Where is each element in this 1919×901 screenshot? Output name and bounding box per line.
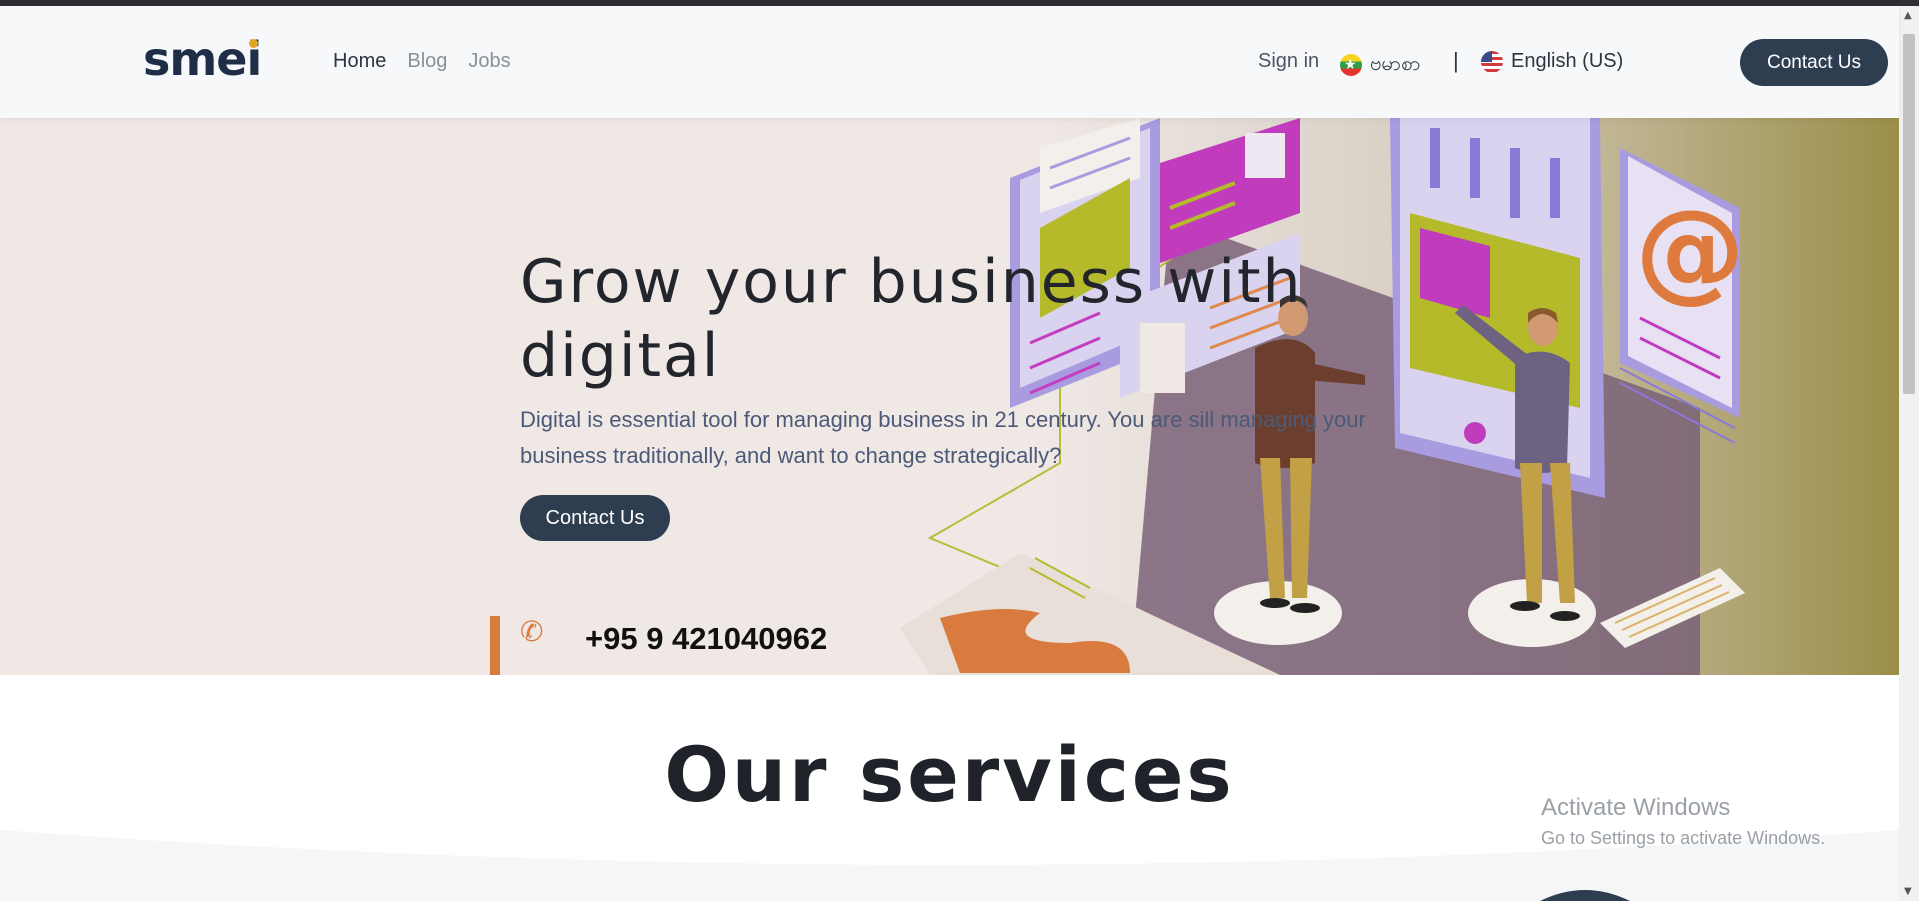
scroll-down-arrow-icon[interactable]: ▼ [1904, 886, 1912, 897]
site-header: smei Home Blog Jobs Sign in ဗမာစာ | Engl… [0, 6, 1899, 118]
header-actions: Sign in ဗမာစာ | English (US) Contact Us [1199, 38, 1899, 86]
language-english[interactable]: English (US) [1481, 50, 1623, 73]
header-contact-button[interactable]: Contact Us [1740, 39, 1888, 86]
windows-activation-watermark: Activate Windows Go to Settings to activ… [1541, 794, 1825, 849]
at-symbol-icon: @ [1635, 186, 1745, 314]
us-flag-icon [1481, 50, 1503, 73]
smei-logo[interactable]: smei [143, 32, 262, 86]
activate-title: Activate Windows [1541, 794, 1731, 821]
hero-contact-button[interactable]: Contact Us [520, 495, 670, 541]
myanmar-flag-icon [1340, 54, 1362, 76]
main-nav: Home Blog Jobs [333, 50, 511, 73]
language-english-label: English (US) [1511, 50, 1624, 72]
nav-home[interactable]: Home [333, 50, 386, 73]
hero-description: Digital is essential tool for managing b… [520, 407, 1366, 468]
language-myanmar[interactable]: ဗမာစာ [1340, 50, 1421, 80]
phone-icon: ✆ [520, 615, 544, 648]
page-scrollbar[interactable]: ▲ ▼ [1899, 6, 1919, 901]
phone-accent-bar [490, 616, 500, 675]
logo-text: smei [143, 32, 262, 86]
hero-section: @ Grow your business with digital Digita… [0, 118, 1899, 675]
phone-number[interactable]: +95 9 421040962 [585, 621, 827, 657]
nav-jobs[interactable]: Jobs [468, 50, 510, 73]
language-myanmar-label: ဗမာစာ [1370, 53, 1421, 75]
hero-illustration: @ [900, 118, 1745, 675]
scrollbar-thumb[interactable] [1903, 34, 1915, 394]
scroll-up-arrow-icon[interactable]: ▲ [1904, 10, 1912, 21]
activate-subtitle: Go to Settings to activate Windows. [1541, 828, 1826, 848]
hero-title: Grow your business with digital [520, 247, 1303, 391]
nav-blog[interactable]: Blog [407, 50, 447, 73]
sign-in-link[interactable]: Sign in [1258, 50, 1319, 73]
language-separator: | [1453, 48, 1459, 73]
